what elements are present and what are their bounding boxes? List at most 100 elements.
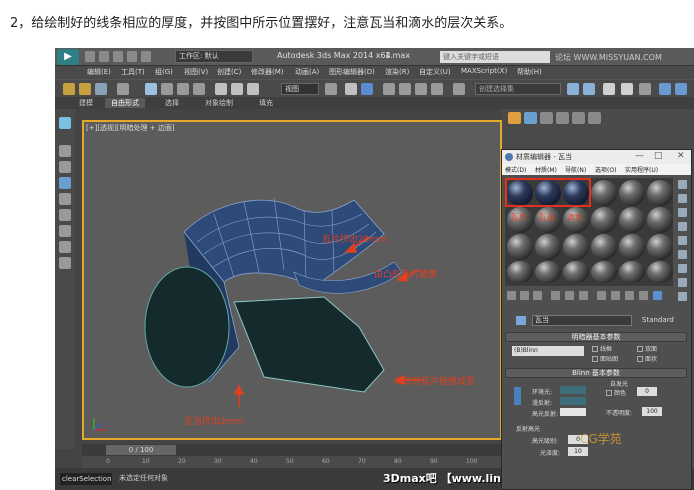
make-unique-icon[interactable] <box>565 291 574 300</box>
save-file-icon[interactable] <box>113 51 123 62</box>
me-menu-mode[interactable]: 模式(D) <box>505 165 526 174</box>
pivot-center-icon[interactable] <box>325 83 337 95</box>
material-editor-icon[interactable] <box>659 83 671 95</box>
sample-slot[interactable] <box>647 207 673 233</box>
sample-slot[interactable] <box>591 180 617 206</box>
window-crossing-icon[interactable] <box>193 83 205 95</box>
reset-map-icon[interactable] <box>551 291 560 300</box>
tool-icon[interactable] <box>59 161 71 173</box>
me-menu-options[interactable]: 选项(O) <box>595 165 616 174</box>
sample-slot[interactable] <box>619 234 645 260</box>
sample-slot[interactable] <box>507 234 533 260</box>
ambient-swatch[interactable] <box>560 386 586 394</box>
edit-named-sets-icon[interactable] <box>453 83 465 95</box>
sample-slot[interactable] <box>535 261 561 283</box>
workspace-dropdown[interactable]: 工作区: 默认 <box>175 50 253 63</box>
utilities-tab-icon[interactable] <box>588 112 601 124</box>
tab-object-paint[interactable]: 对象绘制 <box>199 98 239 108</box>
menu-edit[interactable]: 编辑(E) <box>87 67 111 77</box>
me-menu-utilities[interactable]: 实用程序(U) <box>625 165 658 174</box>
opacity-spinner[interactable]: 100 <box>642 407 662 416</box>
paint-icon[interactable] <box>59 177 71 189</box>
make-preview-icon[interactable] <box>678 250 687 259</box>
new-file-icon[interactable] <box>85 51 95 62</box>
menu-views[interactable]: 视图(V) <box>184 67 208 77</box>
option-faceted[interactable]: 面状 <box>637 354 657 363</box>
mirror-icon[interactable] <box>567 83 579 95</box>
sample-slot[interactable] <box>647 234 673 260</box>
point-icon[interactable] <box>59 145 71 157</box>
link-icon[interactable] <box>63 83 75 95</box>
maxscript-listener-input[interactable]: clearSelection <box>60 473 112 485</box>
menu-group[interactable]: 组(G) <box>155 67 173 77</box>
select-by-name-icon[interactable] <box>161 83 173 95</box>
track-bar[interactable]: 0 10 20 30 40 50 60 70 80 90 100 <box>82 456 502 468</box>
menu-tools[interactable]: 工具(T) <box>121 67 145 77</box>
sample-slot[interactable] <box>647 261 673 283</box>
menu-create[interactable]: 创建(C) <box>217 67 241 77</box>
get-material-icon[interactable] <box>507 291 516 300</box>
maximize-icon[interactable]: □ <box>654 151 663 161</box>
put-to-scene-icon[interactable] <box>520 291 529 300</box>
menu-help[interactable]: 帮助(H) <box>517 67 542 77</box>
render-setup-icon[interactable] <box>675 83 687 95</box>
hierarchy-tab-icon[interactable] <box>540 112 553 124</box>
tab-modeling[interactable]: 建模 <box>73 98 99 108</box>
select-by-material-icon[interactable] <box>678 278 687 287</box>
sample-slot[interactable] <box>535 234 561 260</box>
menu-maxscript[interactable]: MAXScript(X) <box>461 67 507 75</box>
open-file-icon[interactable] <box>99 51 109 62</box>
close-icon[interactable]: ✕ <box>677 151 685 161</box>
tab-selection[interactable]: 选择 <box>159 98 185 108</box>
layer-manager-icon[interactable] <box>603 83 615 95</box>
rect-selection-icon[interactable] <box>177 83 189 95</box>
shape-icon[interactable] <box>59 193 71 205</box>
create-tab-icon[interactable] <box>508 112 521 124</box>
sample-slot[interactable] <box>591 261 617 283</box>
shader-dropdown[interactable]: (B)Blinn <box>512 346 584 356</box>
video-check-icon[interactable] <box>678 236 687 245</box>
unlink-icon[interactable] <box>79 83 91 95</box>
put-to-library-icon[interactable] <box>579 291 588 300</box>
color-checkbox[interactable]: 颜色 <box>606 388 626 397</box>
filter-icon[interactable] <box>117 83 129 95</box>
specular-swatch[interactable] <box>560 408 586 416</box>
tab-populate[interactable]: 填充 <box>253 98 279 108</box>
option-face-map[interactable]: 面贴图 <box>592 354 618 363</box>
snap-toggle-icon[interactable] <box>383 83 395 95</box>
sample-slot[interactable] <box>619 207 645 233</box>
align-icon[interactable] <box>583 83 595 95</box>
sample-slot[interactable] <box>563 234 589 260</box>
sample-type-icon[interactable] <box>678 180 687 189</box>
angle-snap-icon[interactable] <box>399 83 411 95</box>
material-navigator-icon[interactable] <box>678 292 687 301</box>
keyboard-shortcut-icon[interactable] <box>361 83 373 95</box>
shader-params-rollout[interactable]: 明暗器基本参数 <box>505 332 687 342</box>
display-tab-icon[interactable] <box>572 112 585 124</box>
uv-tiling-icon[interactable] <box>678 222 687 231</box>
sample-slot[interactable] <box>591 234 617 260</box>
percent-snap-icon[interactable] <box>415 83 427 95</box>
backlight-icon[interactable] <box>678 194 687 203</box>
polygon-icon[interactable] <box>59 241 71 253</box>
show-map-icon[interactable] <box>611 291 620 300</box>
menu-customize[interactable]: 自定义(U) <box>419 67 451 77</box>
sample-slot[interactable] <box>507 261 533 283</box>
option-2sided[interactable]: 双面 <box>637 344 657 353</box>
minimize-icon[interactable]: — <box>635 151 644 161</box>
bind-space-warp-icon[interactable] <box>95 83 107 95</box>
me-menu-material[interactable]: 材质(M) <box>535 165 557 174</box>
sample-slot[interactable] <box>591 207 617 233</box>
me-menu-navigation[interactable]: 导航(N) <box>565 165 586 174</box>
sample-slot[interactable] <box>647 180 673 206</box>
diffuse-swatch[interactable] <box>560 397 586 405</box>
menu-modifiers[interactable]: 修改器(M) <box>251 67 284 77</box>
named-selection-set-dropdown[interactable]: 创建选择集 <box>475 83 561 95</box>
sample-slot[interactable] <box>619 180 645 206</box>
assign-to-selection-icon[interactable] <box>533 291 542 300</box>
blinn-params-rollout[interactable]: Blinn 基本参数 <box>505 368 687 378</box>
material-type-button[interactable]: Standard <box>642 316 674 324</box>
curve-editor-icon[interactable] <box>639 83 651 95</box>
select-manipulate-icon[interactable] <box>345 83 357 95</box>
menu-graph-editors[interactable]: 图形编辑器(D) <box>329 67 375 77</box>
